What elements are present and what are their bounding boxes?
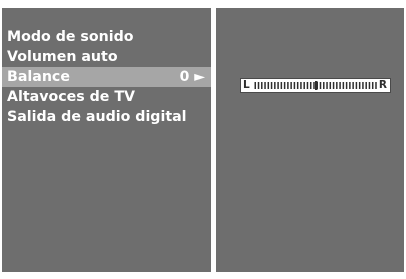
- menu-item-altavoces-de-tv[interactable]: Altavoces de TV: [2, 87, 211, 107]
- menu-item-label: Modo de sonido: [7, 29, 134, 45]
- balance-tick: [283, 82, 286, 89]
- menu-item-label: Altavoces de TV: [7, 89, 135, 105]
- balance-tick: [339, 82, 341, 89]
- balance-tick: [254, 82, 256, 89]
- balance-tick: [270, 82, 273, 89]
- balance-tick: [290, 82, 292, 89]
- balance-slider[interactable]: L R: [240, 78, 391, 93]
- balance-tick: [296, 82, 299, 89]
- audio-menu-list: Modo de sonido Volumen auto Balance 0 ► …: [2, 27, 211, 127]
- balance-tick: [355, 82, 358, 89]
- balance-tick: [306, 82, 309, 89]
- balance-tick: [261, 82, 263, 89]
- balance-tick: [303, 82, 305, 89]
- balance-left-label: L: [243, 79, 250, 91]
- balance-tick: [368, 82, 371, 89]
- balance-tick: [342, 82, 345, 89]
- balance-scale: [254, 81, 377, 90]
- menu-item-modo-de-sonido[interactable]: Modo de sonido: [2, 27, 211, 47]
- menu-item-balance[interactable]: Balance 0 ►: [2, 67, 211, 87]
- audio-menu-panel: Modo de sonido Volumen auto Balance 0 ► …: [2, 8, 211, 272]
- balance-tick: [309, 82, 312, 89]
- balance-tick: [352, 82, 354, 89]
- balance-tick: [329, 82, 332, 89]
- balance-tick: [313, 82, 315, 89]
- balance-tick: [371, 82, 374, 89]
- balance-value: 0 ►: [179, 69, 205, 85]
- menu-item-salida-de-audio-digital[interactable]: Salida de audio digital: [2, 107, 211, 127]
- balance-tick: [332, 82, 335, 89]
- balance-tick: [349, 82, 351, 89]
- balance-tick: [274, 82, 276, 89]
- osd-screen: Modo de sonido Volumen auto Balance 0 ► …: [0, 0, 406, 279]
- balance-tick: [362, 82, 364, 89]
- balance-tick: [257, 82, 260, 89]
- menu-item-label: Balance: [7, 69, 70, 85]
- balance-tick: [345, 82, 348, 89]
- balance-marker: [315, 81, 318, 90]
- balance-right-label: R: [378, 79, 387, 91]
- menu-item-label: Volumen auto: [7, 49, 118, 65]
- balance-tick: [336, 82, 338, 89]
- balance-tick: [326, 82, 328, 89]
- balance-tick: [287, 82, 289, 89]
- balance-panel: L R: [216, 8, 404, 272]
- balance-tick: [358, 82, 361, 89]
- menu-item-label: Salida de audio digital: [7, 109, 187, 125]
- balance-tick: [319, 82, 322, 89]
- balance-tick: [375, 82, 377, 89]
- balance-tick: [300, 82, 302, 89]
- balance-tick: [293, 82, 296, 89]
- balance-tick: [264, 82, 266, 89]
- balance-tick: [365, 82, 367, 89]
- balance-tick: [280, 82, 283, 89]
- balance-tick: [323, 82, 325, 89]
- balance-tick: [267, 82, 270, 89]
- menu-item-volumen-auto[interactable]: Volumen auto: [2, 47, 211, 67]
- balance-tick: [277, 82, 279, 89]
